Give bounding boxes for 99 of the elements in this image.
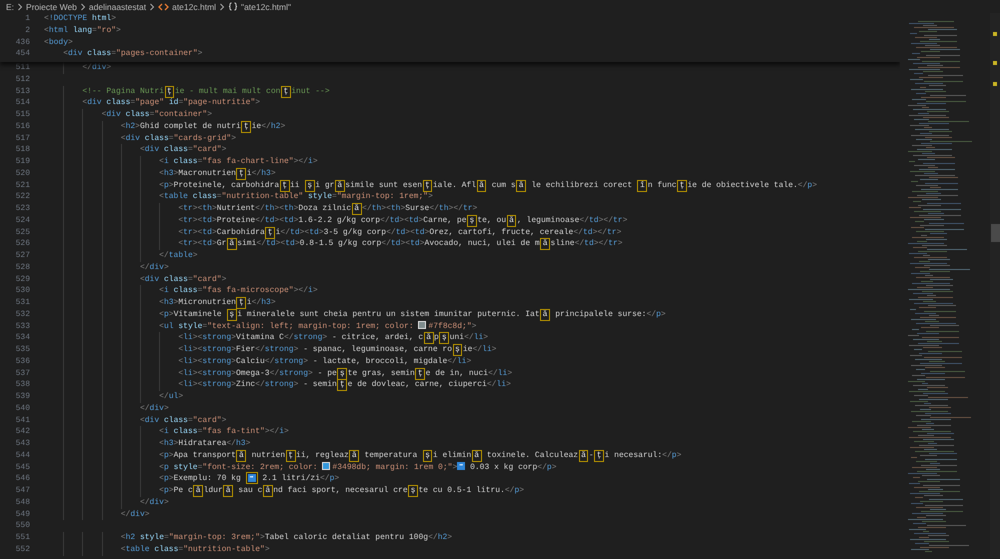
code-line: <li><strong>Vitamina C</strong> - citrice, ardei, c ă p ș uni</li> — [178, 332, 488, 344]
code-line: <!-- Pagina Nutri ț ie - mult mai mult con ț inut --> — [82, 86, 330, 98]
line-number: 523 — [14, 203, 30, 215]
line-number: 538 — [14, 379, 30, 391]
line-number: 436 — [14, 36, 30, 48]
code-icon — [158, 2, 170, 10]
code-line: <div class="card"> — [140, 414, 226, 426]
line-number: 521 — [14, 180, 30, 192]
line-number: 527 — [14, 250, 30, 262]
line-number: 516 — [14, 120, 30, 132]
line-number: 546 — [14, 473, 30, 485]
code-line: <li><strong>Omega-3</strong> - pe ș te gras, semin ț e de in, nuci</li> — [178, 368, 512, 380]
chevron-icon — [80, 2, 86, 10]
code-line: <div class="card"> — [140, 274, 226, 286]
line-number: 526 — [14, 238, 30, 250]
line-number: 511 — [14, 62, 30, 74]
line-number: 525 — [14, 226, 30, 238]
code-line: <!DOCTYPE html> — [44, 13, 116, 25]
line-number: 529 — [14, 274, 30, 286]
code-line: <div class="container"> — [102, 109, 212, 121]
line-number: 537 — [14, 368, 30, 380]
line-number: 519 — [14, 156, 30, 168]
breadcrumb-item[interactable]: ate12c.html — [172, 2, 216, 12]
code-line: <h3>Macronutrien ț i</h3> — [159, 168, 276, 180]
code-line: <h2>Ghid complet de nutri ț ie</h2> — [120, 120, 286, 132]
code-line: <div class="pages-container"> — [63, 48, 202, 60]
braces-icon — [228, 2, 238, 11]
line-number: 454 — [14, 48, 30, 60]
code-line: <table class="nutrition-table"> — [120, 544, 270, 556]
line-number: 539 — [14, 391, 30, 403]
code-line: <tr><td>Proteine</td><td>1.6-2.2 g/kg corp</td><td>Carne, pe ș te, ou ă , leguminoase</td></tr> — [178, 214, 628, 226]
line-number: 1 — [24, 13, 30, 25]
line-number: 549 — [14, 508, 30, 520]
line-number: 533 — [14, 320, 30, 332]
code-line: <li><strong>Calciu</strong> - lactate, broccoli, migdale</li> — [178, 356, 472, 368]
line-number: 551 — [14, 532, 30, 544]
line-number: 535 — [14, 344, 30, 356]
line-number: 542 — [14, 426, 30, 438]
code-line: </table> — [159, 250, 198, 262]
line-number: 544 — [14, 450, 30, 462]
code-line: <body> — [44, 36, 73, 48]
code-line: <h3>Hidratarea</h3> — [159, 438, 250, 450]
chevron-icon — [219, 2, 226, 10]
line-number: 545 — [14, 462, 30, 474]
code-line: <i class="fas fa-tint"></i> — [159, 426, 289, 438]
code-line: <p>Vitaminele ș i mineralele sunt cheia pentru un sistem imunitar puternic. Iat ă principalele surse:</p> — [159, 308, 666, 320]
line-number: 536 — [14, 356, 30, 368]
code-line: <li><strong>Zinc</strong> - semin ț e de dovleac, carne, ciuperci</li> — [178, 379, 511, 391]
code-line: </div> — [140, 262, 169, 274]
code-line: <ul style="text-align: left; margin-top: 1rem; color: #7f8c8d;"> — [159, 320, 476, 332]
line-number: 515 — [14, 109, 30, 121]
line-number: 524 — [14, 214, 30, 226]
line-number: 540 — [14, 402, 30, 414]
code-line: <div class="page" id="page-nutritie"> — [82, 97, 260, 109]
line-number: 518 — [14, 144, 30, 156]
line-number: 520 — [14, 168, 30, 180]
line-number: 541 — [14, 414, 30, 426]
code-line: <tr><td>Carbohidra ț i</td><td>3-5 g/kg corp</td><td>Orez, cartofi, fructe, cereale</td></tr> — [178, 226, 622, 238]
line-number: 513 — [14, 86, 30, 98]
line-number: 522 — [14, 191, 30, 203]
code-line: </div> — [120, 508, 150, 520]
code-line: <h3>Micronutrien ț i</h3> — [159, 297, 276, 309]
code-line: <tr><th>Nutrient</th><th>Doza zilnic ă </th><th>Surse</th></tr> — [178, 203, 478, 215]
line-number: 514 — [14, 97, 30, 109]
breadcrumb-item[interactable]: "ate12c.html" — [241, 2, 292, 12]
line-number: 512 — [14, 74, 30, 86]
chevron-icon — [17, 2, 24, 10]
line-number: 543 — [14, 438, 30, 450]
code-line: </div> — [140, 496, 169, 508]
code-line: <div class="card"> — [140, 144, 226, 156]
breadcrumb-item[interactable]: E: — [6, 2, 14, 12]
line-number: 534 — [14, 332, 30, 344]
code-line: <i class="fas fa-microscope"></i> — [159, 285, 318, 297]
line-number: 532 — [14, 308, 30, 320]
code-line: <p>Apa transport ă nutrien ț ii, regleaz ă temperatura ș i elimin ă toxinele. Calculeaz ă - ț i necesarul:</p> — [159, 450, 682, 462]
line-number: 530 — [14, 285, 30, 297]
line-number: 517 — [14, 132, 30, 144]
code-line: </ul> — [159, 391, 184, 403]
code-line: <p>Proteinele, carbohidra ț ii ș i gr ă simile sunt esen ț iale. Afl ă cum s ă le echilibrezi corect î n func ț ie de obiectivele tale.</p> — [159, 180, 818, 192]
line-number: 552 — [14, 544, 30, 556]
chevron-icon — [149, 2, 156, 10]
breadcrumb-item[interactable]: Proiecte Web — [26, 2, 77, 12]
code-line: <p>Pe c ă ldur ă sau c â nd faci sport, necesarul cre ș te cu 0.5-1 litru.</p> — [159, 485, 524, 497]
code-line: <h2 style="margin-top: 3rem;">Tabel caloric detaliat pentru 100g</h2> — [120, 532, 452, 544]
code-line: <li><strong>Fier</strong> - spanac, leguminoase, carne ro ș ie</li> — [178, 344, 496, 356]
code-line: <html lang="ro"> — [44, 24, 121, 36]
breadcrumb-item[interactable]: adelinaastestat — [88, 2, 146, 12]
code-line: </div> — [140, 402, 169, 414]
line-number: 547 — [14, 485, 30, 497]
line-number: 2 — [24, 24, 30, 36]
line-number: 548 — [14, 496, 30, 508]
line-number: 550 — [14, 520, 30, 532]
code-line: <tr><td>Gr ă simi</td><td>0.8-1.5 g/kg corp</td><td>Avocado, nuci, ulei de m ă sline</td></tr> — [178, 238, 623, 250]
code-line: <table class="nutrition-table" style="margin-top: 1rem;"> — [159, 191, 433, 203]
line-number: 531 — [14, 297, 30, 309]
code-line: </div> — [82, 62, 112, 74]
code-line: <div class="cards-grid"> — [120, 132, 236, 144]
code-line: <i class="fas fa-chart-line"></i> — [159, 156, 318, 168]
line-number: 528 — [14, 262, 30, 274]
